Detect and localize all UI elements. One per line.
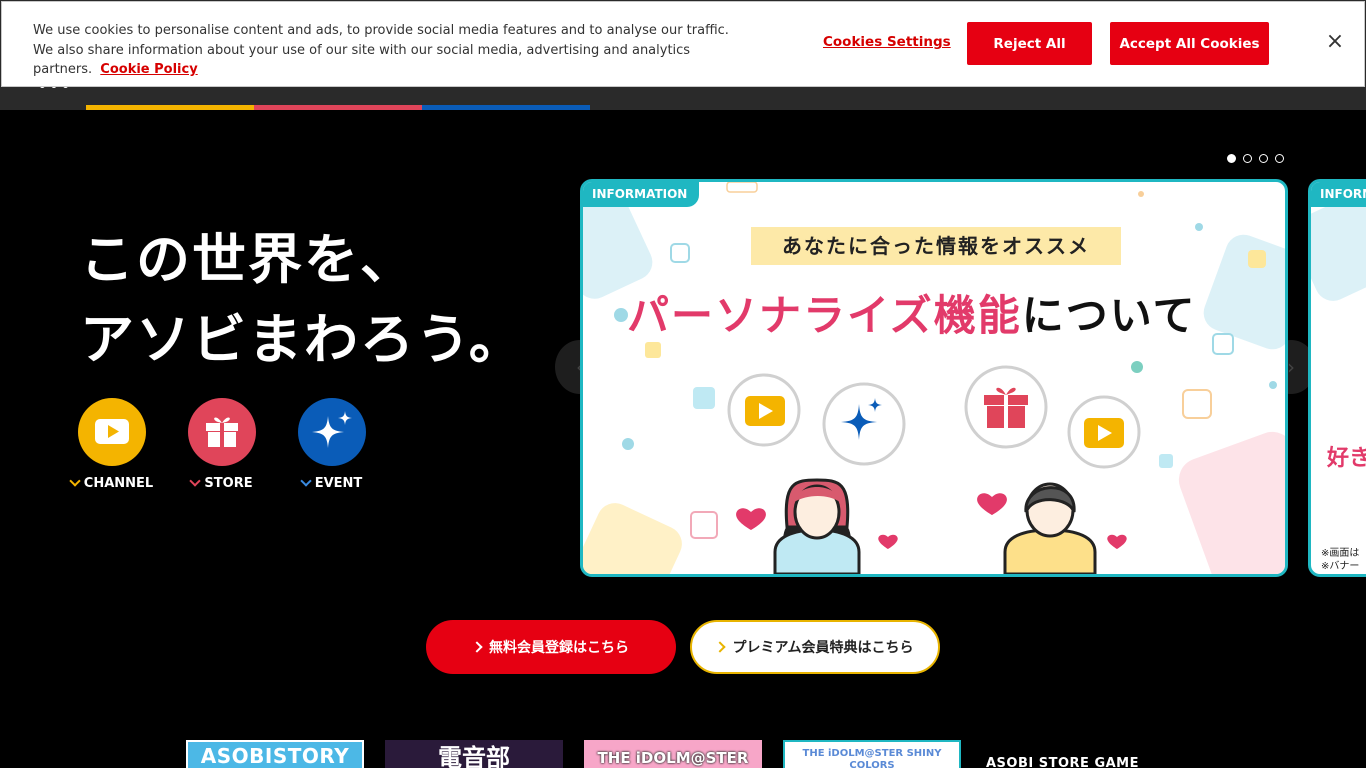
banner-title-highlight: パーソナライズ機能: [627, 291, 1022, 340]
reject-all-button[interactable]: Reject All: [967, 22, 1092, 65]
free-registration-button[interactable]: 無料会員登録はこちら: [426, 620, 676, 674]
next-slide-note-line2: ※バナー: [1321, 561, 1360, 572]
chevron-down-icon: [69, 475, 81, 487]
premium-benefits-button[interactable]: プレミアム会員特典はこちら: [690, 620, 940, 674]
close-icon[interactable]: ×: [1324, 30, 1346, 54]
card-tag: INFORMATION: [1311, 182, 1366, 207]
card-tag: INFORMATION: [583, 182, 700, 207]
nav-underline-channel: [86, 105, 254, 110]
category-channel[interactable]: CHANNEL: [57, 398, 167, 491]
next-slide-note: ※画面は ※バナー: [1321, 547, 1359, 573]
category-event[interactable]: EVENT: [277, 398, 387, 491]
carousel-pagination: [1227, 154, 1284, 163]
carousel-dot[interactable]: [1275, 154, 1284, 163]
chevron-down-icon: [189, 475, 202, 487]
accept-all-cookies-button[interactable]: Accept All Cookies: [1110, 22, 1269, 65]
chevron-down-icon: [300, 475, 312, 487]
category-label-text: CHANNEL: [83, 476, 154, 491]
premium-benefits-label: プレミアム会員特典はこちら: [732, 640, 914, 656]
category-label-text: EVENT: [314, 476, 363, 491]
category-store[interactable]: STORE: [167, 398, 277, 491]
next-slide-illustration: [1311, 193, 1366, 301]
carousel-slide-personalize[interactable]: INFORMATION あなたに合った情報をオススメ パーソナライズ機能について: [580, 179, 1288, 577]
carousel-dot[interactable]: [1243, 154, 1252, 163]
hero-title-line1: この世界を、: [80, 228, 416, 291]
category-channel-label: CHANNEL: [57, 475, 167, 491]
sparkle-icon: [298, 398, 366, 466]
chevron-right-icon: [714, 641, 727, 653]
cookies-settings-button[interactable]: Cookies Settings: [823, 34, 951, 50]
banner-title: パーソナライズ機能について: [627, 282, 1197, 343]
logo-idolmaster[interactable]: THE iDOLM@STER: [584, 740, 762, 768]
banner-title-rest: について: [1021, 291, 1197, 340]
free-registration-label: 無料会員登録はこちら: [489, 640, 629, 656]
hero-title: この世界を、 アソビまわろう。: [80, 220, 525, 380]
logo-asobistore-game[interactable]: ASOBI STORE GAME: [986, 740, 1166, 768]
next-slide-text: 好き: [1327, 446, 1366, 471]
cookie-message: We use cookies to personalise content an…: [33, 21, 753, 80]
next-slide-note-line1: ※画面は: [1321, 548, 1360, 559]
page: ••• We use cookies to personalise conten…: [0, 0, 1366, 768]
logo-asobistory[interactable]: ASOBISTORY: [186, 740, 364, 768]
banner-subtitle: あなたに合った情報をオススメ: [751, 227, 1121, 265]
cookie-policy-link[interactable]: Cookie Policy: [100, 62, 197, 77]
carousel-slide-next[interactable]: INFORMATION 好き ※画面は ※バナー: [1308, 179, 1366, 577]
category-label-text: STORE: [204, 476, 253, 491]
logo-denonbu[interactable]: 電音部: [385, 740, 563, 768]
nav-underline-store: [254, 105, 422, 110]
category-store-label: STORE: [167, 475, 277, 491]
carousel-dot[interactable]: [1259, 154, 1268, 163]
cookie-banner: We use cookies to personalise content an…: [1, 1, 1365, 87]
logo-shinycolors[interactable]: THE iDOLM@STER SHINY COLORS: [783, 740, 961, 768]
hero-title-line2: アソビまわろう。: [80, 308, 525, 371]
category-event-label: EVENT: [277, 475, 387, 491]
gift-icon: [188, 398, 256, 466]
carousel-dot[interactable]: [1227, 154, 1236, 163]
play-icon: [78, 398, 146, 466]
chevron-right-icon: [471, 641, 483, 653]
nav-underline-event: [422, 105, 590, 110]
